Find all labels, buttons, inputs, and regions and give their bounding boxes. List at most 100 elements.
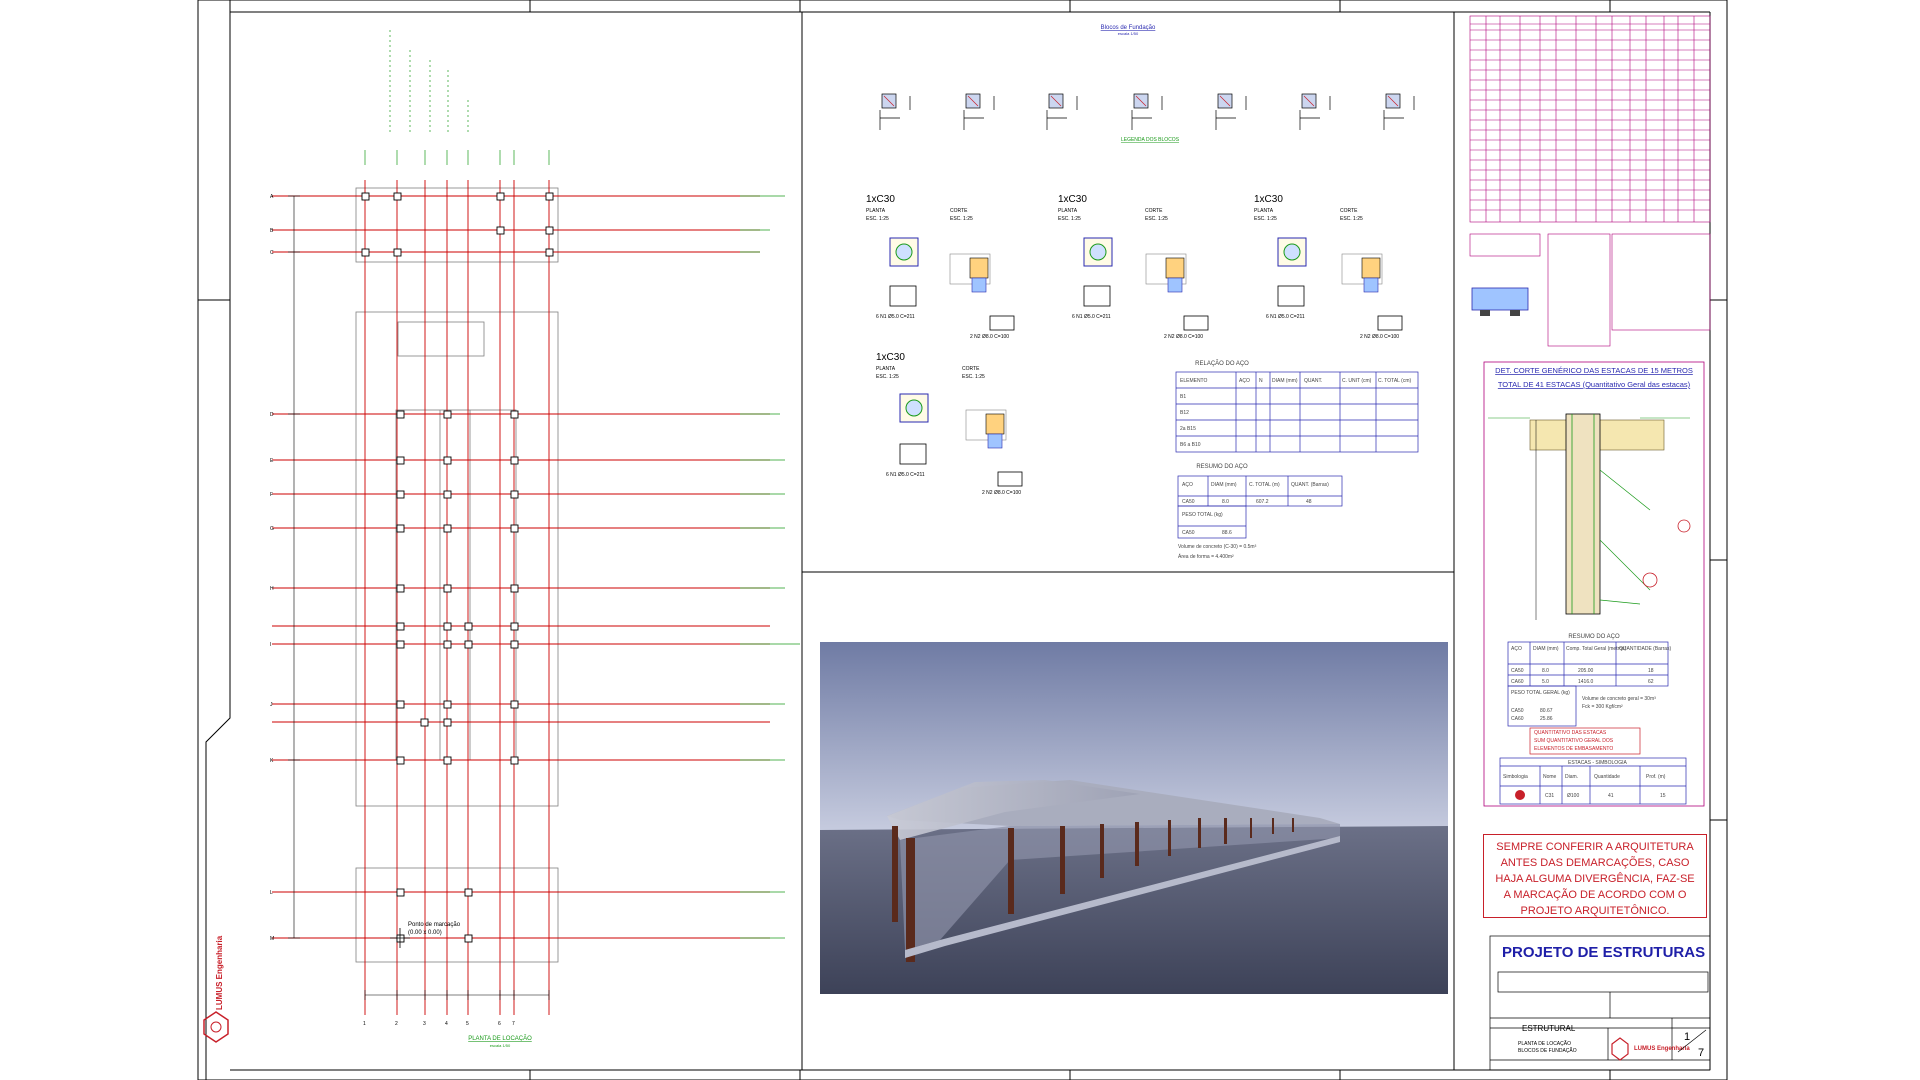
marking-point-label: Ponto de marcação (408, 922, 461, 928)
warning-line-1: SEMPRE CONFERIR A ARQUITETURA (1496, 841, 1694, 853)
svg-text:15: 15 (1660, 793, 1666, 799)
plan-scale: escala 1/50 (490, 1043, 511, 1048)
svg-text:CA60: CA60 (1511, 716, 1524, 722)
svg-text:ELEMENTO: ELEMENTO (1180, 378, 1208, 384)
svg-text:ESC. 1:25: ESC. 1:25 (876, 374, 899, 380)
svg-text:Volume de concreto geral = 30m: Volume de concreto geral = 30m³ (1582, 696, 1656, 702)
warning-line-5: PROJETO ARQUITETÔNICO. (1520, 905, 1670, 917)
svg-text:1: 1 (363, 1021, 366, 1027)
svg-text:PLANTA: PLANTA (866, 208, 886, 214)
svg-text:48: 48 (1306, 499, 1312, 505)
svg-text:M: M (270, 936, 274, 942)
warning-line-2: ANTES DAS DEMARCAÇÕES, CASO (1500, 857, 1690, 869)
svg-text:ESC. 1:25: ESC. 1:25 (866, 216, 889, 222)
svg-text:2 N2 Ø8.0 C=100: 2 N2 Ø8.0 C=100 (982, 490, 1021, 496)
svg-text:41: 41 (1608, 793, 1614, 799)
svg-text:6 N1 Ø5.0 C=211: 6 N1 Ø5.0 C=211 (876, 314, 915, 320)
svg-text:1416.0: 1416.0 (1578, 679, 1594, 685)
svg-text:I: I (270, 642, 271, 648)
warning-line-3: HAJA ALGUMA DIVERGÊNCIA, FAZ-SE (1495, 873, 1695, 885)
svg-text:G: G (270, 526, 274, 532)
svg-text:607.2: 607.2 (1256, 499, 1269, 505)
footing-sketch (1471, 287, 1529, 316)
svg-text:C. TOTAL (cm): C. TOTAL (cm) (1378, 378, 1411, 384)
svg-text:A: A (270, 194, 274, 200)
svg-text:8.0: 8.0 (1542, 668, 1549, 674)
right-dimension-marks (740, 195, 800, 939)
top-dimension-marks (364, 30, 550, 165)
svg-text:J: J (270, 702, 273, 708)
pile-section-drawing (1488, 413, 1691, 620)
svg-text:CORTE: CORTE (1145, 208, 1163, 214)
svg-text:1xC30: 1xC30 (866, 194, 895, 205)
svg-text:Área de forma = 4.400m²: Área de forma = 4.400m² (1178, 553, 1234, 560)
svg-text:CA50: CA50 (1182, 530, 1195, 536)
svg-text:CA50: CA50 (1182, 499, 1195, 505)
svg-text:Ø100: Ø100 (1567, 793, 1579, 799)
svg-text:6 N1 Ø5.0 C=211: 6 N1 Ø5.0 C=211 (1072, 314, 1111, 320)
svg-text:K: K (270, 758, 274, 764)
svg-text:CA60: CA60 (1511, 679, 1524, 685)
svg-text:Comp. Total Geral (metros): Comp. Total Geral (metros) (1566, 646, 1627, 652)
bottom-dimension-chain (364, 990, 550, 1000)
svg-text:62: 62 (1648, 679, 1654, 685)
column-axis-labels: 1 2 3 4 5 6 7 (363, 1021, 515, 1027)
svg-text:PESO TOTAL GERAL (kg): PESO TOTAL GERAL (kg) (1511, 690, 1570, 696)
svg-text:QUANTITATIVO DAS ESTACAS: QUANTITATIVO DAS ESTACAS (1534, 730, 1607, 736)
svg-text:B12: B12 (1180, 410, 1189, 416)
svg-text:ESC. 1:25: ESC. 1:25 (1340, 216, 1363, 222)
sheet-content-2: BLOCOS DE FUNDAÇÃO (1518, 1047, 1577, 1054)
svg-text:ESC. 1:25: ESC. 1:25 (1058, 216, 1081, 222)
svg-text:B1: B1 (1180, 394, 1186, 400)
pile-detail-title-2: TOTAL DE 41 ESTACAS (Quantitativo Geral … (1498, 380, 1691, 389)
svg-text:2a B15: 2a B15 (1180, 426, 1196, 432)
svg-text:N: N (1259, 378, 1263, 384)
svg-text:Prof. (m): Prof. (m) (1646, 774, 1666, 780)
svg-text:ESC. 1:25: ESC. 1:25 (1254, 216, 1277, 222)
pile-blocks (361, 192, 554, 943)
svg-text:H: H (270, 586, 274, 592)
resumo-text: AÇO DIAM (mm) C. TOTAL (m) QUANT. (Barra… (1178, 482, 1329, 560)
legend-title: LEGENDA DOS BLOCOS (1121, 137, 1180, 143)
block-legend (879, 93, 1415, 130)
svg-text:Simbologia: Simbologia (1503, 774, 1528, 780)
project-title: PROJETO DE ESTRUTURAS (1502, 944, 1706, 961)
svg-text:B6 a B10: B6 a B10 (1180, 442, 1201, 448)
marking-point (390, 928, 410, 948)
svg-text:AÇO: AÇO (1511, 646, 1522, 652)
svg-text:8.0: 8.0 (1222, 499, 1229, 505)
svg-text:C. UNIT (cm): C. UNIT (cm) (1342, 378, 1372, 384)
svg-text:SUM QUANTITATIVO GERAL DOS: SUM QUANTITATIVO GERAL DOS (1534, 738, 1614, 744)
svg-text:5: 5 (466, 1021, 469, 1027)
svg-text:F: F (270, 492, 273, 498)
left-dimension-chain (288, 195, 300, 939)
company-logo: LUMUS Engenharia (203, 935, 229, 1043)
svg-text:ELEMENTOS DE EMBASAMENTO: ELEMENTOS DE EMBASAMENTO (1534, 746, 1613, 752)
svg-text:7: 7 (512, 1021, 515, 1027)
svg-text:DIAM (mm): DIAM (mm) (1533, 646, 1559, 652)
svg-text:QUANT. (Barras): QUANT. (Barras) (1291, 482, 1329, 488)
svg-text:ESTACAS - SIMBOLOGIA: ESTACAS - SIMBOLOGIA (1568, 760, 1627, 766)
svg-text:6 N1 Ø5.0 C=211: 6 N1 Ø5.0 C=211 (886, 472, 925, 478)
block-details: 1xC30 PLANTA ESC. 1:25 CORTE ESC. 1:25 6… (866, 194, 1403, 496)
pile-symbol-icon (1515, 790, 1525, 800)
svg-text:QUANT.: QUANT. (1304, 378, 1322, 384)
svg-text:AÇO: AÇO (1182, 482, 1193, 488)
svg-text:D: D (270, 412, 274, 418)
svg-text:25.86: 25.86 (1540, 716, 1553, 722)
svg-text:C: C (270, 250, 274, 256)
svg-text:ESC. 1:25: ESC. 1:25 (962, 374, 985, 380)
marking-point-coords: (0.00 x 0.00) (408, 930, 442, 936)
sheet-content-1: PLANTA DE LOCAÇÃO (1518, 1040, 1571, 1047)
svg-text:LUMUS Engenharia: LUMUS Engenharia (215, 935, 224, 1010)
svg-text:4: 4 (445, 1021, 448, 1027)
warning-note: SEMPRE CONFERIR A ARQUITETURA ANTES DAS … (1483, 834, 1707, 918)
discipline-label: ESTRUTURAL (1522, 1024, 1576, 1033)
svg-text:C31: C31 (1545, 793, 1554, 799)
relacao-title: RELAÇÃO DO AÇO (1195, 360, 1249, 367)
svg-text:6 N1 Ø5.0 C=211: 6 N1 Ø5.0 C=211 (1266, 314, 1305, 320)
svg-text:ESC. 1:25: ESC. 1:25 (950, 216, 973, 222)
svg-text:L: L (270, 890, 273, 896)
svg-text:DIAM (mm): DIAM (mm) (1211, 482, 1237, 488)
svg-text:Diam.: Diam. (1565, 774, 1578, 780)
